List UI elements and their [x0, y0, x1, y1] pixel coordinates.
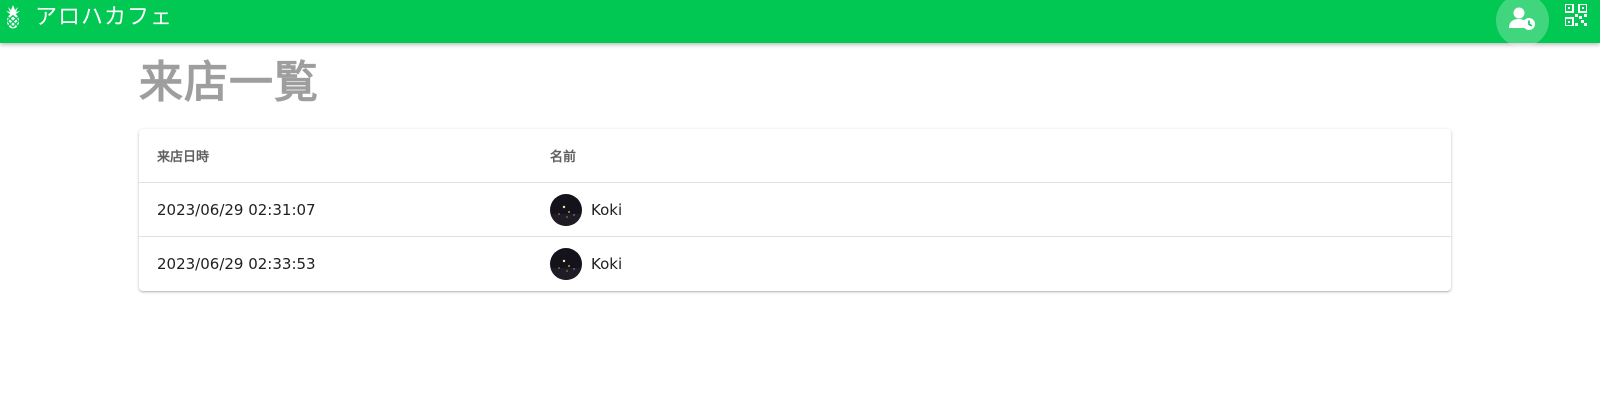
- avatar: [550, 247, 582, 280]
- qr-code-icon: [1564, 3, 1588, 30]
- app-bar: アロハカフェ: [0, 0, 1600, 47]
- qr-code-button[interactable]: [1562, 3, 1590, 31]
- visitor-cell: Koki: [550, 247, 1451, 280]
- app-title: アロハカフェ: [35, 5, 174, 30]
- column-header-name: 名前: [533, 129, 1451, 183]
- page-title: 来店一覧: [139, 57, 319, 108]
- visit-history-button[interactable]: [1496, 0, 1549, 47]
- table-row[interactable]: 2023/06/29 02:31:07 Koki: [139, 182, 1451, 237]
- user-clock-icon: [1508, 6, 1537, 36]
- column-header-datetime: 来店日時: [139, 129, 533, 183]
- visits-table: 来店日時 名前 2023/06/29 02:31:07 Koki 2023/06…: [139, 129, 1451, 290]
- visit-datetime: 2023/06/29 02:31:07: [139, 182, 533, 237]
- visits-table-card: 来店日時 名前 2023/06/29 02:31:07 Koki 2023/06…: [139, 129, 1451, 291]
- avatar: [550, 193, 582, 226]
- visitor-name: Koki: [591, 200, 623, 219]
- visitor-name: Koki: [591, 254, 623, 273]
- visit-datetime: 2023/06/29 02:33:53: [157, 254, 316, 273]
- visitor-cell: Koki: [550, 193, 1451, 226]
- table-header-row: 来店日時 名前: [139, 129, 1451, 183]
- table-row[interactable]: 2023/06/29 02:33:53 Koki: [139, 237, 1451, 291]
- pineapple-icon: [5, 5, 21, 29]
